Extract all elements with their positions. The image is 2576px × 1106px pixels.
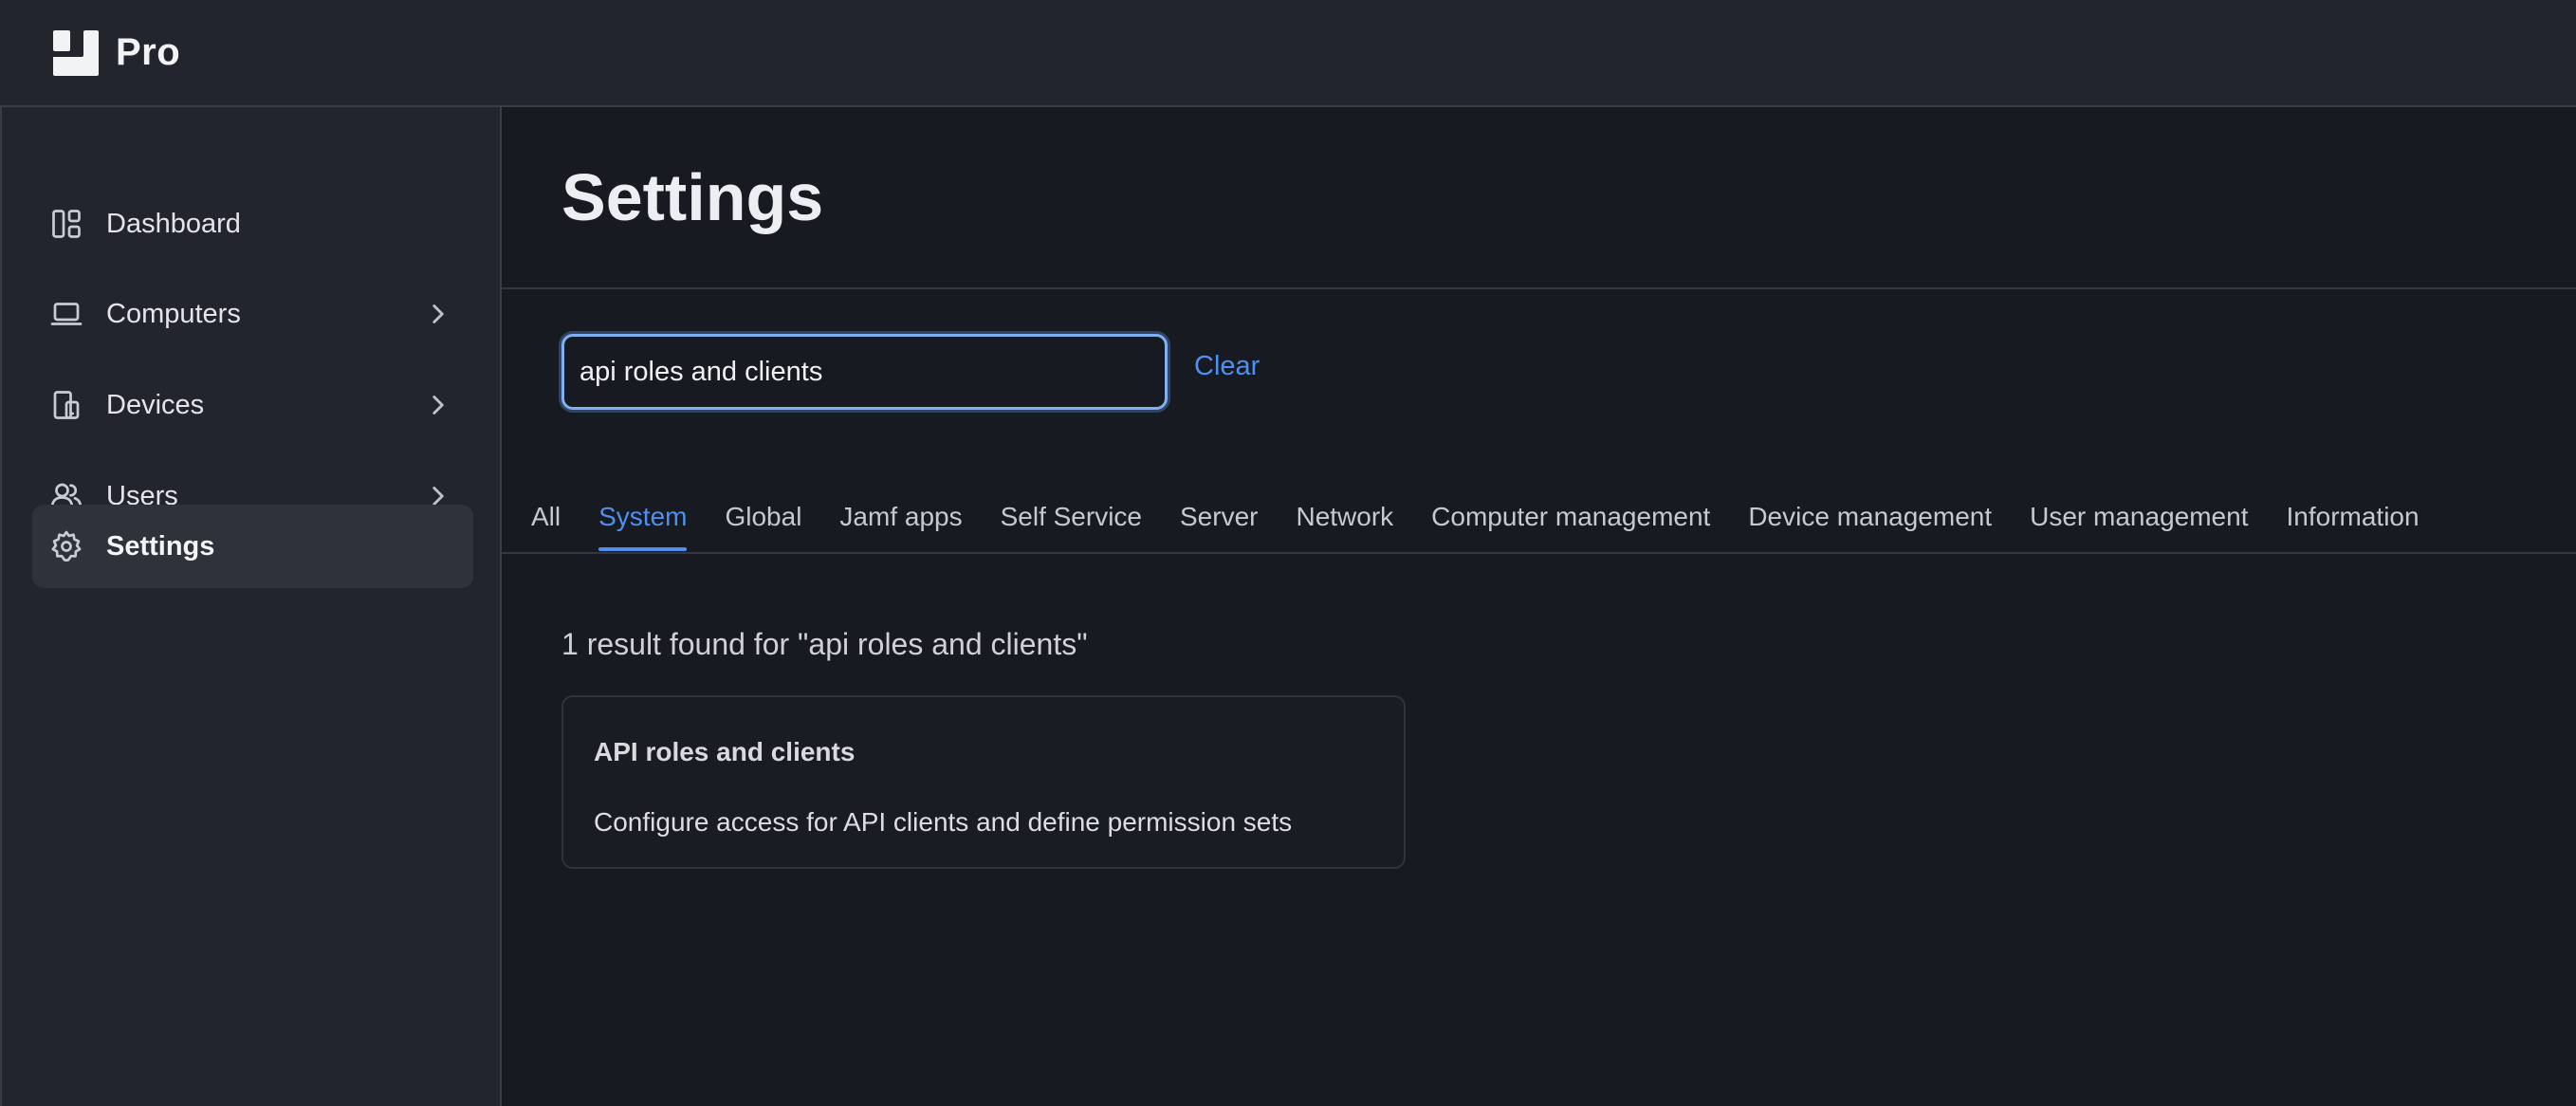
sidebar-item-settings[interactable]: Settings	[32, 505, 473, 588]
result-card-api-roles-and-clients[interactable]: API roles and clients Configure access f…	[561, 695, 1406, 869]
page-title: Settings	[561, 160, 824, 234]
sidebar-item-label: Settings	[106, 530, 215, 562]
tab-information[interactable]: Information	[2286, 494, 2419, 551]
tab-device-management[interactable]: Device management	[1748, 494, 1992, 551]
sidebar-item-computers[interactable]: Computers	[32, 272, 473, 356]
tab-system[interactable]: System	[598, 494, 688, 551]
search-input[interactable]	[564, 337, 1165, 407]
laptop-icon	[47, 295, 85, 333]
tab-all[interactable]: All	[531, 494, 561, 551]
logo-icon	[51, 28, 101, 78]
devices-icon	[47, 386, 85, 424]
chevron-right-icon	[422, 389, 454, 421]
result-title: API roles and clients	[594, 737, 856, 766]
sidebar-item-devices[interactable]: Devices	[32, 363, 473, 447]
tab-network[interactable]: Network	[1296, 494, 1393, 551]
tab-computer-management[interactable]: Computer management	[1431, 494, 1710, 551]
divider	[502, 287, 2576, 289]
tab-self-service[interactable]: Self Service	[1001, 494, 1142, 551]
sidebar-item-label: Computers	[106, 298, 241, 329]
tab-jamf-apps[interactable]: Jamf apps	[839, 494, 962, 551]
sidebar-item-label: Dashboard	[106, 208, 241, 239]
tab-user-management[interactable]: User management	[2030, 494, 2248, 551]
app-name: Pro	[116, 31, 181, 73]
search-field[interactable]	[561, 334, 1168, 410]
sidebar: Dashboard Computers Devices Users Settin…	[0, 107, 502, 1106]
top-bar: Pro	[0, 0, 2576, 107]
dashboard-icon	[47, 205, 85, 243]
settings-category-tabs: All System Global Jamf apps Self Service…	[531, 494, 2457, 551]
chevron-right-icon	[422, 298, 454, 330]
tab-global[interactable]: Global	[725, 494, 801, 551]
sidebar-item-dashboard[interactable]: Dashboard	[32, 182, 473, 266]
result-description: Configure access for API clients and def…	[594, 807, 1293, 837]
divider	[502, 552, 2576, 554]
tab-server[interactable]: Server	[1180, 494, 1258, 551]
sidebar-item-label: Devices	[106, 389, 205, 420]
results-summary: 1 result found for "api roles and client…	[561, 627, 1088, 661]
clear-button[interactable]: Clear	[1194, 351, 1260, 382]
app-logo[interactable]: Pro	[51, 28, 180, 78]
gear-icon	[47, 527, 85, 565]
main-content: Settings Clear All System Global Jamf ap…	[502, 107, 2576, 1106]
